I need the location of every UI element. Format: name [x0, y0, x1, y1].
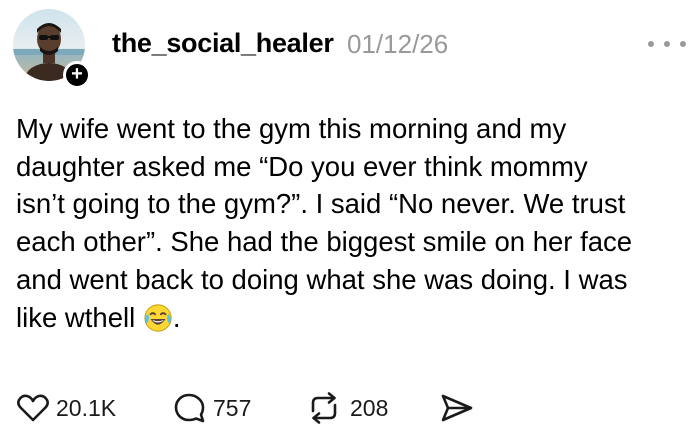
post-text: My wife went to the gym this morning and…: [16, 110, 692, 336]
post-timestamp: 01/12/26: [347, 29, 449, 59]
post-text-line: My wife went to the gym this morning and…: [16, 113, 567, 144]
like-button[interactable]: 20.1K: [16, 390, 116, 426]
more-horizontal-icon[interactable]: [648, 34, 686, 54]
author-avatar-container[interactable]: +: [13, 9, 91, 89]
send-icon: [441, 394, 473, 422]
heart-icon: [17, 394, 49, 422]
repost-count: 208: [350, 394, 389, 421]
post-text-end: .: [172, 301, 181, 333]
face-with-tears-of-joy-icon: [144, 303, 172, 332]
repost-button[interactable]: 208: [304, 390, 388, 426]
username-link[interactable]: the_social_healer: [112, 28, 334, 59]
comment-button[interactable]: 757: [173, 390, 251, 426]
post-text-line: each other”. She had the biggest smile o…: [16, 226, 633, 258]
post-text-line: isn’t going to the gym?”. I said “No nev…: [16, 188, 626, 220]
comment-count: 757: [213, 394, 252, 421]
repost-icon: [311, 392, 337, 424]
post-text-line: and went back to doing what she was doin…: [16, 263, 628, 295]
post-text-last-line: like wthell .: [16, 299, 692, 337]
share-button[interactable]: [440, 390, 480, 426]
post-card: + the_social_healer 01/12/26 My wife wen…: [0, 0, 700, 432]
post-text-line: like wthell: [16, 301, 136, 333]
post-text-line: daughter asked me “Do you ever think mom…: [16, 150, 588, 182]
follow-plus-icon[interactable]: +: [63, 61, 91, 89]
comment-bubble-icon: [174, 393, 205, 423]
like-count: 20.1K: [56, 394, 117, 421]
